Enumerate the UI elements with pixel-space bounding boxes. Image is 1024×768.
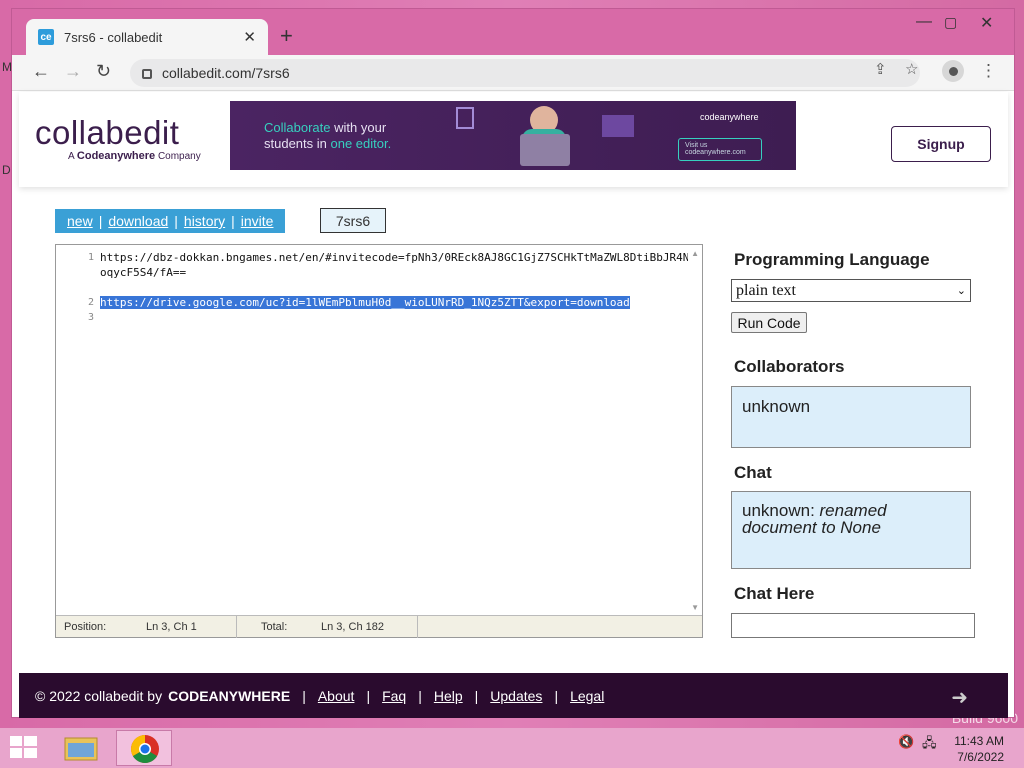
- collaborators-list: unknown: [731, 386, 971, 448]
- lock-icon: [142, 69, 152, 79]
- codeanywhere-banner[interactable]: Collaborate with your students in one ed…: [230, 101, 796, 170]
- help-link[interactable]: Help: [434, 688, 463, 704]
- editor-statusbar: Position: Ln 3, Ch 1 Total: Ln 3, Ch 182: [56, 615, 702, 638]
- browser-tab[interactable]: ce 7srs6 - collabedit ✕: [26, 19, 268, 55]
- collaborator-name: unknown: [742, 397, 811, 416]
- chevron-down-icon: ⌄: [956, 285, 966, 297]
- invite-link[interactable]: invite: [237, 213, 278, 229]
- legal-link[interactable]: Legal: [570, 688, 604, 704]
- total-label: Total:: [261, 621, 288, 633]
- taskbar: 🔇 🖧 11:43 AM 7/6/2022: [0, 728, 1024, 768]
- chrome-icon: [131, 735, 159, 763]
- chat-here-heading: Chat Here: [734, 584, 815, 603]
- network-icon[interactable]: 🖧: [922, 734, 937, 756]
- maximize-icon[interactable]: ▢: [944, 14, 957, 31]
- updates-link[interactable]: Updates: [490, 688, 542, 704]
- code-line: https://dbz-dokkan.bngames.net/en/#invit…: [100, 251, 690, 279]
- position-label: Position:: [64, 621, 107, 633]
- laptop-illustration: [520, 134, 570, 166]
- code-content[interactable]: https://dbz-dokkan.bngames.net/en/#invit…: [100, 250, 690, 310]
- browser-window: ce 7srs6 - collabedit ✕ + — ▢ ✕ ← → ↻ co…: [11, 8, 1015, 718]
- footer-brand: CODEANYWHERE: [168, 687, 291, 704]
- copyright-text: © 2022 collabedit by: [35, 687, 163, 704]
- chat-heading: Chat: [734, 463, 772, 482]
- code-line-selected: https://drive.google.com/uc?id=1lWEmPblm…: [100, 296, 630, 309]
- history-link[interactable]: history: [180, 213, 229, 229]
- minimize-icon[interactable]: —: [916, 13, 932, 31]
- language-select[interactable]: plain text ⌄: [731, 279, 971, 302]
- speaker-muted-icon[interactable]: 🔇: [898, 734, 914, 750]
- scroll-up-icon[interactable]: ▲: [691, 249, 699, 258]
- banner-text: Collaborate with your students in one ed…: [264, 120, 392, 151]
- editor-nav-links: new | download | history | invite: [55, 209, 286, 233]
- menu-kebab-icon[interactable]: ⋮: [980, 61, 997, 81]
- chrome-taskbar-button[interactable]: [116, 730, 172, 766]
- line-number-gutter: 1 2 3: [56, 245, 98, 615]
- editor-scrollbar[interactable]: ▲ ▼: [688, 245, 702, 615]
- faq-link[interactable]: Faq: [382, 688, 406, 704]
- arrow-right-icon[interactable]: ➜: [951, 685, 968, 710]
- window-illustration: [602, 115, 634, 137]
- file-explorer-icon[interactable]: [64, 734, 98, 762]
- collabedit-page: collabedit A Codeanywhere Company Collab…: [19, 92, 1008, 718]
- banner-brand: codeanywhere: [700, 112, 759, 122]
- logo-tagline: A Codeanywhere Company: [68, 150, 201, 162]
- line-number: 1: [87, 252, 94, 263]
- new-tab-icon[interactable]: +: [280, 23, 293, 49]
- document-id-badge: 7srs6: [320, 208, 386, 233]
- chat-input[interactable]: [731, 613, 975, 638]
- favicon-icon: ce: [38, 29, 54, 45]
- new-link[interactable]: new: [63, 213, 97, 229]
- card-icon: [456, 107, 474, 129]
- address-bar[interactable]: collabedit.com/7srs6: [130, 59, 920, 87]
- code-editor[interactable]: 1 2 3 https://dbz-dokkan.bngames.net/en/…: [55, 244, 703, 638]
- download-link[interactable]: download: [104, 213, 172, 229]
- scroll-down-icon[interactable]: ▼: [691, 603, 699, 612]
- windows-start-icon[interactable]: [10, 736, 38, 760]
- close-tab-icon[interactable]: ✕: [243, 28, 256, 46]
- url-text: collabedit.com/7srs6: [162, 65, 290, 81]
- line-number: 3: [87, 312, 94, 323]
- collaborators-heading: Collaborators: [734, 357, 845, 376]
- collabedit-logo[interactable]: collabedit: [35, 114, 179, 152]
- chat-log: unknown: renamed document to None: [731, 491, 971, 569]
- position-value: Ln 3, Ch 1: [146, 621, 197, 633]
- programming-language-heading: Programming Language: [734, 250, 930, 269]
- forward-arrow-icon[interactable]: →: [64, 61, 82, 82]
- tab-title: 7srs6 - collabedit: [64, 29, 163, 45]
- bookmark-star-icon[interactable]: ☆: [905, 60, 918, 78]
- site-footer: © 2022 collabedit by CODEANYWHERE | About …: [19, 673, 1008, 718]
- close-window-icon[interactable]: ✕: [980, 13, 993, 33]
- banner-visit: Visit us codeanywhere.com: [678, 138, 762, 161]
- total-value: Ln 3, Ch 182: [321, 621, 384, 633]
- tab-strip: ce 7srs6 - collabedit ✕ + — ▢ ✕: [12, 9, 1014, 55]
- site-header: collabedit A Codeanywhere Company Collab…: [19, 92, 1008, 187]
- reload-icon[interactable]: ↻: [96, 61, 111, 82]
- profile-icon[interactable]: [942, 60, 964, 82]
- run-code-button[interactable]: Run Code: [731, 312, 807, 333]
- about-link[interactable]: About: [318, 688, 355, 704]
- signup-button[interactable]: Signup: [891, 126, 991, 162]
- browser-toolbar: ← → ↻ collabedit.com/7srs6 ⇪ ☆ ⋮: [12, 55, 1014, 91]
- taskbar-clock[interactable]: 11:43 AM 7/6/2022: [954, 733, 1004, 765]
- desktop-icon-fragment: D: [2, 163, 11, 177]
- back-arrow-icon[interactable]: ←: [32, 61, 50, 82]
- share-icon[interactable]: ⇪: [874, 60, 887, 78]
- line-number: 2: [87, 297, 94, 308]
